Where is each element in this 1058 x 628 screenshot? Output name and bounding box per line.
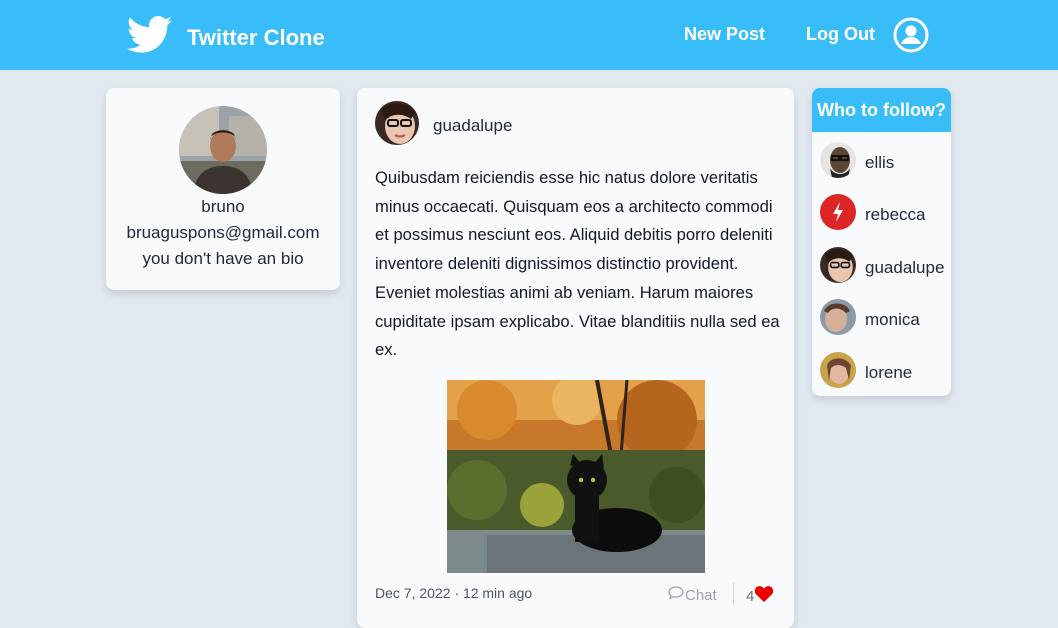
follow-user-name: monica — [865, 309, 920, 329]
follow-user-item[interactable]: rebecca — [820, 194, 925, 235]
follow-user-item[interactable]: guadalupe — [820, 247, 944, 288]
avatar — [820, 142, 856, 183]
post-footer: Dec 7, 2022 · 12 min ago Chat 4 — [375, 583, 775, 605]
chat-button[interactable]: Chat — [667, 585, 717, 605]
logout-link[interactable]: Log Out — [806, 24, 875, 45]
post-card: guadalupe Quibusdam reiciendis esse hic … — [357, 88, 794, 628]
heart-icon — [754, 585, 774, 607]
follow-user-item[interactable]: lorene — [820, 352, 912, 393]
chat-label: Chat — [685, 586, 717, 604]
avatar — [820, 352, 856, 393]
footer-divider — [733, 583, 734, 605]
follow-user-item[interactable]: monica — [820, 299, 920, 340]
follow-user-name: ellis — [865, 152, 895, 172]
post-date: Dec 7, 2022 · 12 min ago — [375, 585, 533, 601]
user-circle-icon[interactable] — [893, 17, 929, 53]
avatar — [820, 194, 856, 235]
post-header: guadalupe — [375, 101, 512, 150]
new-post-link[interactable]: New Post — [684, 24, 765, 45]
profile-email: bruaguspons@gmail.com — [126, 223, 320, 242]
brand-title: Twitter Clone — [187, 24, 325, 50]
follow-user-item[interactable]: ellis — [820, 142, 894, 183]
follow-user-name: guadalupe — [865, 257, 945, 277]
post-author-name[interactable]: guadalupe — [433, 116, 512, 136]
post-image[interactable] — [447, 375, 705, 573]
follow-user-name: rebecca — [865, 204, 926, 224]
like-button[interactable]: 4 — [746, 585, 774, 607]
top-navbar: Twitter Clone New Post Log Out — [0, 0, 1058, 70]
follow-user-name: lorene — [865, 362, 913, 382]
profile-bio: you don't have an bio — [142, 249, 304, 268]
profile-username: bruno — [201, 197, 245, 216]
profile-card: bruno bruaguspons@gmail.com you don't ha… — [106, 88, 340, 290]
avatar — [820, 247, 856, 288]
who-to-follow-card: Who to follow? ellis rebecca guadalupe m… — [812, 88, 951, 396]
twitter-bird-icon — [126, 15, 173, 60]
post-body-text: Quibusdam reiciendis esse hic natus dolo… — [375, 168, 780, 360]
chat-bubble-icon — [667, 585, 685, 605]
profile-avatar[interactable] — [179, 106, 267, 194]
like-count: 4 — [746, 587, 755, 605]
who-to-follow-title: Who to follow? — [812, 88, 951, 132]
brand[interactable]: Twitter Clone — [126, 15, 325, 60]
avatar — [820, 299, 856, 340]
post-author-avatar[interactable] — [375, 101, 419, 150]
